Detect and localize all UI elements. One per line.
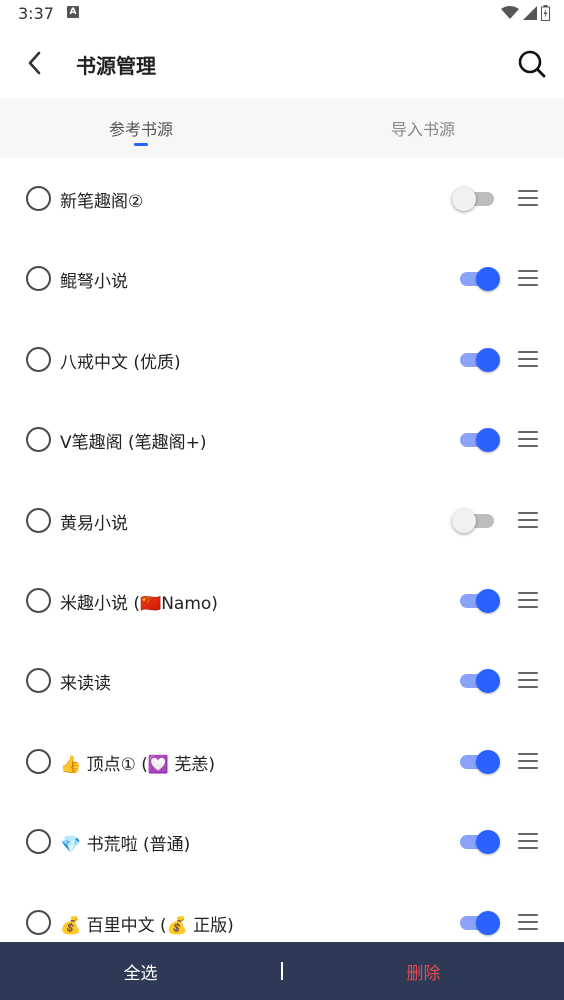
source-name: 八戒中文 (优质) xyxy=(60,352,181,373)
source-row[interactable]: 鲲弩小说 xyxy=(0,238,564,318)
status-bar: 3:37 A xyxy=(0,0,564,28)
enable-toggle[interactable] xyxy=(452,586,502,616)
source-name: V笔趣阁 (笔趣阁+) xyxy=(60,433,207,454)
enable-toggle[interactable] xyxy=(452,908,502,938)
source-name: 💎 书荒啦 (普通) xyxy=(60,835,191,856)
delete-button[interactable]: 删除 xyxy=(283,959,564,984)
drag-handle-icon[interactable] xyxy=(518,431,538,449)
select-radio[interactable] xyxy=(26,186,51,211)
select-all-button[interactable]: 全选 xyxy=(0,959,281,984)
source-row[interactable]: 米趣小说 (🇨🇳Namo) xyxy=(0,560,564,640)
drag-handle-icon[interactable] xyxy=(518,752,538,771)
enable-toggle[interactable] xyxy=(452,425,502,455)
drag-handle-icon[interactable] xyxy=(518,270,538,288)
tab-bar: 参考书源 导入书源 xyxy=(0,98,564,158)
page-title: 书源管理 xyxy=(76,54,156,78)
select-radio[interactable] xyxy=(26,748,51,774)
source-row[interactable]: 💰 百里中文 (💰 正版) xyxy=(0,882,564,942)
source-row[interactable]: 💎 书荒啦 (普通) xyxy=(0,801,564,881)
drag-handle-icon[interactable] xyxy=(518,350,538,369)
tab-label: 导入书源 xyxy=(390,120,455,139)
source-name: 黄易小说 xyxy=(60,513,128,534)
enable-toggle[interactable] xyxy=(452,827,502,857)
select-radio[interactable] xyxy=(26,668,51,694)
source-row[interactable]: 八戒中文 (优质) xyxy=(0,319,564,399)
enable-toggle[interactable] xyxy=(452,264,502,294)
toggle-thumb xyxy=(476,910,500,935)
toggle-thumb xyxy=(476,749,500,774)
signal-icon xyxy=(523,6,537,20)
search-icon xyxy=(518,50,546,78)
tab-indicator xyxy=(134,143,148,146)
source-name: 👍 顶点① (💟 芜恙) xyxy=(60,754,216,775)
select-radio[interactable] xyxy=(26,346,51,372)
toggle-thumb xyxy=(476,588,500,613)
wifi-icon xyxy=(501,6,519,19)
enable-toggle[interactable] xyxy=(452,747,502,777)
drag-handle-icon[interactable] xyxy=(518,190,538,208)
enable-toggle[interactable] xyxy=(452,666,502,696)
status-icons xyxy=(501,5,550,21)
tab-reference-sources[interactable]: 参考书源 xyxy=(0,98,282,158)
toggle-thumb xyxy=(476,669,500,694)
source-name: 💰 百里中文 (💰 正版) xyxy=(60,915,234,936)
enable-toggle[interactable] xyxy=(452,184,502,214)
notification-a-icon: A xyxy=(67,6,79,18)
source-row[interactable]: 👍 顶点① (💟 芜恙) xyxy=(0,721,564,801)
toggle-thumb xyxy=(476,347,500,372)
source-name: 米趣小说 (🇨🇳Namo) xyxy=(60,593,218,614)
drag-handle-icon[interactable] xyxy=(518,833,538,851)
source-name: 鲲弩小说 xyxy=(60,272,128,293)
app-bar: 书源管理 xyxy=(0,28,564,98)
chevron-left-icon xyxy=(28,51,41,75)
toggle-thumb xyxy=(476,830,500,855)
drag-handle-icon[interactable] xyxy=(518,913,538,932)
select-radio[interactable] xyxy=(26,587,51,613)
toggle-thumb xyxy=(476,428,500,453)
select-radio[interactable] xyxy=(26,829,51,855)
back-button[interactable] xyxy=(20,48,50,78)
select-radio[interactable] xyxy=(26,507,51,533)
select-radio[interactable] xyxy=(26,427,51,453)
source-row[interactable]: 黄易小说 xyxy=(0,480,564,560)
drag-handle-icon[interactable] xyxy=(518,511,538,530)
source-name: 来读读 xyxy=(60,674,111,695)
toggle-thumb xyxy=(452,187,476,211)
source-name: 新笔趣阁② xyxy=(60,192,144,212)
enable-toggle[interactable] xyxy=(452,506,502,536)
select-radio[interactable] xyxy=(26,909,51,935)
toggle-thumb xyxy=(452,508,476,533)
tab-label: 参考书源 xyxy=(108,120,173,139)
bottom-action-bar: 全选 删除 xyxy=(0,942,564,1000)
enable-toggle[interactable] xyxy=(452,345,502,375)
status-time: 3:37 xyxy=(18,4,54,23)
toggle-thumb xyxy=(476,267,500,292)
drag-handle-icon[interactable] xyxy=(518,591,538,610)
source-list: 新笔趣阁② 鲲弩小说八戒中文 (优质) V笔趣阁 (笔趣阁+) 黄易小说米趣小说 (🇨… xyxy=(0,158,564,942)
search-button[interactable] xyxy=(516,48,548,80)
battery-icon xyxy=(541,5,550,21)
select-radio[interactable] xyxy=(26,266,51,292)
source-row[interactable]: 来读读 xyxy=(0,640,564,720)
source-row[interactable]: 新笔趣阁② xyxy=(0,158,564,238)
drag-handle-icon[interactable] xyxy=(518,672,538,690)
source-row[interactable]: V笔趣阁 (笔趣阁+) xyxy=(0,399,564,479)
tab-imported-sources[interactable]: 导入书源 xyxy=(282,98,564,158)
